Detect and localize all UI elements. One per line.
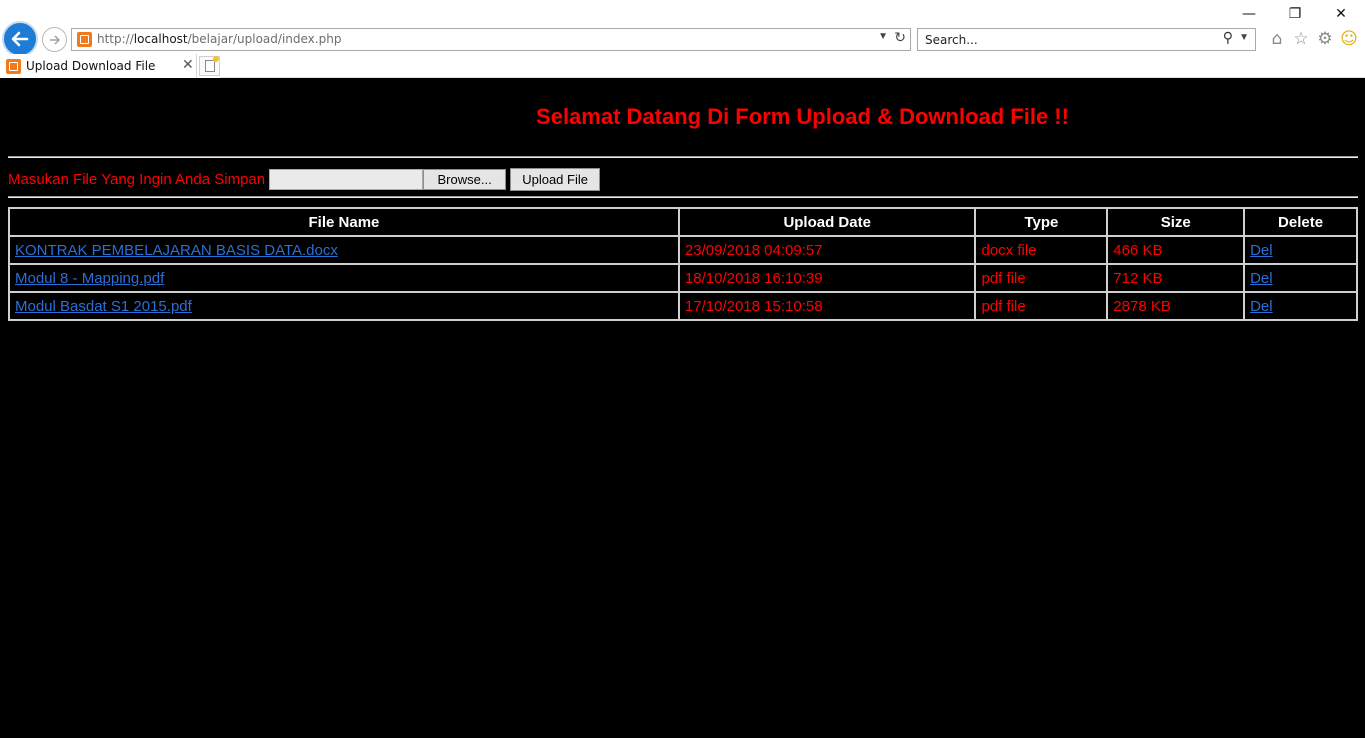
delete-link[interactable]: Del xyxy=(1250,270,1273,287)
file-download-link[interactable]: KONTRAK PEMBELAJARAN BASIS DATA.docx xyxy=(15,242,338,259)
header-file-name: File Name xyxy=(9,208,679,236)
tab-upload-download[interactable]: Upload Download File ✕ xyxy=(0,54,197,78)
file-name-cell: KONTRAK PEMBELAJARAN BASIS DATA.docx xyxy=(9,236,679,264)
table-row: Modul Basdat S1 2015.pdf 17/10/2018 15:1… xyxy=(9,292,1357,320)
restore-button[interactable]: ❐ xyxy=(1272,0,1318,28)
tab-close-icon[interactable]: ✕ xyxy=(182,57,194,73)
type-cell: pdf file xyxy=(975,292,1108,320)
file-table: File Name Upload Date Type Size Delete K… xyxy=(8,207,1358,321)
size-cell: 2878 KB xyxy=(1107,292,1245,320)
url-path: /belajar/upload/index.php xyxy=(187,32,342,46)
refresh-icon[interactable]: ↻ xyxy=(894,30,906,46)
favorites-star-icon[interactable]: ☆ xyxy=(1290,28,1312,50)
settings-gear-icon[interactable]: ⚙ xyxy=(1314,28,1336,50)
home-icon[interactable]: ⌂ xyxy=(1266,28,1288,50)
smiley-feedback-icon[interactable]: ☺ xyxy=(1338,28,1360,50)
delete-link[interactable]: Del xyxy=(1250,242,1273,259)
upload-label: Masukan File Yang Ingin Anda Simpan xyxy=(8,170,266,188)
browse-button[interactable]: Browse... xyxy=(423,168,507,190)
upload-form: Masukan File Yang Ingin Anda Simpan Brow… xyxy=(8,167,601,191)
header-size: Size xyxy=(1107,208,1245,236)
back-arrow-icon xyxy=(11,31,29,47)
delete-cell: Del xyxy=(1244,292,1357,320)
forward-button[interactable] xyxy=(42,27,67,52)
file-name-cell: Modul Basdat S1 2015.pdf xyxy=(9,292,679,320)
header-delete: Delete xyxy=(1244,208,1357,236)
header-type: Type xyxy=(975,208,1108,236)
delete-cell: Del xyxy=(1244,236,1357,264)
size-cell: 466 KB xyxy=(1107,236,1245,264)
url-prefix: http:// xyxy=(97,32,134,46)
file-path-field[interactable] xyxy=(269,168,424,190)
tab-title: Upload Download File xyxy=(26,59,156,73)
close-window-button[interactable]: ✕ xyxy=(1318,0,1364,28)
search-dropdown-icon[interactable]: ▼ xyxy=(1239,32,1249,43)
page-title: Selamat Datang Di Form Upload & Download… xyxy=(536,104,1069,129)
browser-chrome: — ❐ ✕ http://localhost/belajar/upload/in… xyxy=(0,0,1365,78)
search-placeholder: Search... xyxy=(925,33,978,47)
delete-cell: Del xyxy=(1244,264,1357,292)
file-download-link[interactable]: Modul Basdat S1 2015.pdf xyxy=(15,298,192,315)
divider xyxy=(8,156,1358,158)
address-url[interactable]: http://localhost/belajar/upload/index.ph… xyxy=(97,32,341,46)
tab-favicon-icon xyxy=(6,59,21,74)
type-cell: pdf file xyxy=(975,264,1108,292)
size-cell: 712 KB xyxy=(1107,264,1245,292)
header-upload-date: Upload Date xyxy=(678,208,976,236)
search-input[interactable]: Search... ⚲ ▼ xyxy=(917,28,1256,51)
delete-link[interactable]: Del xyxy=(1250,298,1273,315)
table-header-row: File Name Upload Date Type Size Delete xyxy=(9,208,1357,236)
page-content: Selamat Datang Di Form Upload & Download… xyxy=(0,78,1365,738)
dropdown-arrow-icon[interactable]: ▼ xyxy=(878,31,888,42)
type-cell: docx file xyxy=(975,236,1108,264)
divider xyxy=(8,196,1358,198)
search-icon[interactable]: ⚲ xyxy=(1223,30,1233,46)
site-favicon-icon xyxy=(77,32,92,47)
minimize-button[interactable]: — xyxy=(1226,0,1272,28)
new-tab-icon xyxy=(204,56,219,72)
file-name-cell: Modul 8 - Mapping.pdf xyxy=(9,264,679,292)
url-host: localhost xyxy=(133,32,188,46)
new-tab-button[interactable] xyxy=(199,56,220,76)
upload-file-button[interactable]: Upload File xyxy=(510,167,601,191)
forward-arrow-icon xyxy=(49,34,60,45)
upload-date-cell: 23/09/2018 04:09:57 xyxy=(678,236,976,264)
file-download-link[interactable]: Modul 8 - Mapping.pdf xyxy=(15,270,164,287)
back-button[interactable] xyxy=(2,21,38,57)
upload-date-cell: 17/10/2018 15:10:58 xyxy=(678,292,976,320)
address-bar[interactable]: http://localhost/belajar/upload/index.ph… xyxy=(71,28,911,51)
upload-date-cell: 18/10/2018 16:10:39 xyxy=(678,264,976,292)
table-row: Modul 8 - Mapping.pdf 18/10/2018 16:10:3… xyxy=(9,264,1357,292)
table-row: KONTRAK PEMBELAJARAN BASIS DATA.docx 23/… xyxy=(9,236,1357,264)
